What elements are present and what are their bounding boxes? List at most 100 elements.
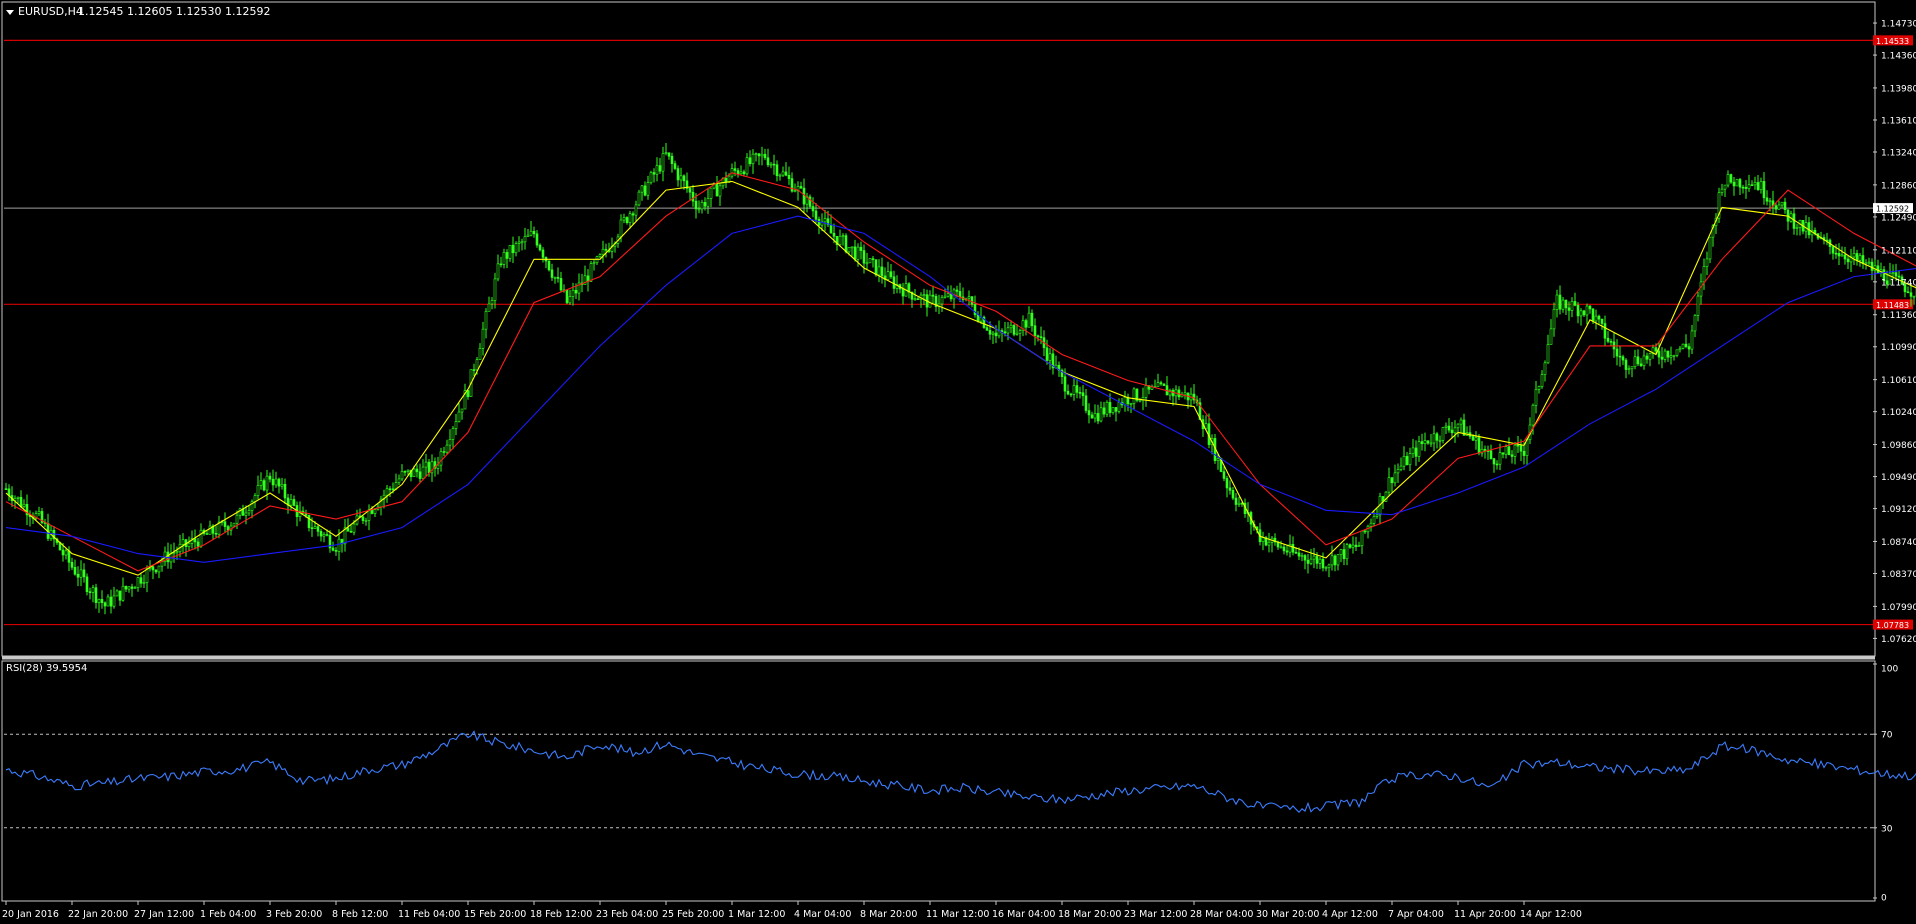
candle-body [1441, 427, 1445, 441]
candle-body [793, 190, 797, 193]
dropdown-triangle-icon[interactable] [6, 10, 14, 15]
candle-body [1291, 544, 1295, 553]
candle-body [877, 266, 881, 276]
candle-body [1030, 312, 1034, 327]
candle-body [1090, 414, 1094, 419]
candle-body [1615, 348, 1619, 357]
candle-body [697, 208, 701, 211]
candle-body [535, 233, 539, 246]
candle-body [868, 258, 872, 264]
candle-body [532, 230, 536, 235]
candle-body [1231, 490, 1235, 499]
candle-body [511, 244, 515, 254]
candle-body [94, 587, 98, 603]
candle-body [568, 296, 572, 304]
candle-body [1351, 544, 1355, 548]
candle-body [733, 168, 737, 171]
candle-body [1558, 294, 1562, 310]
candle-body [1534, 389, 1538, 406]
price-axis-label: 1.09120 [1881, 505, 1916, 515]
level-price-tag-label: 1.11483 [1876, 301, 1909, 310]
candle-body [1285, 550, 1289, 553]
candle-body [1876, 265, 1880, 274]
candle-body [823, 218, 827, 223]
candle-body [1414, 447, 1418, 457]
candle-body [709, 187, 713, 199]
candle-body [121, 585, 125, 601]
candle-body [1267, 541, 1271, 546]
candle-body [1354, 544, 1358, 547]
candle-body [1363, 530, 1367, 533]
candle-body [1513, 444, 1517, 457]
candle-body [1894, 272, 1898, 277]
candle-body [1345, 544, 1349, 560]
candle-body [1591, 308, 1595, 322]
candle-body [1498, 452, 1502, 465]
candle-body [208, 525, 212, 535]
candle-body [517, 241, 521, 244]
candle-body [274, 478, 278, 486]
candle-body [1507, 446, 1511, 456]
candle-body [427, 461, 431, 474]
candle-body [1492, 458, 1496, 465]
candle-body [865, 262, 869, 265]
candle-body [862, 250, 866, 264]
candle-body [853, 246, 857, 260]
candle-body [676, 168, 680, 181]
symbol-timeframe: EURUSD,H4 [18, 5, 83, 18]
candle-body [205, 533, 209, 535]
candle-body [124, 585, 128, 590]
candle-body [1102, 407, 1106, 415]
candle-body [1129, 403, 1133, 405]
candle-body [889, 271, 893, 278]
candle-body [421, 466, 425, 479]
candle-body [310, 527, 314, 529]
candle-body [1033, 325, 1037, 337]
chart-header: EURUSD,H4 1.12545 1.12605 1.12530 1.1259… [6, 5, 270, 18]
candle-body [316, 526, 320, 532]
time-axis-label: 11 Apr 20:00 [1454, 909, 1516, 920]
candle-body [559, 278, 563, 291]
candle-body [256, 485, 260, 496]
candle-body [1720, 188, 1724, 193]
price-axis-label: 1.11740 [1881, 278, 1916, 288]
candle-body [325, 534, 329, 536]
candle-body [811, 206, 815, 212]
candle-body [763, 153, 767, 159]
candle-body [454, 421, 458, 429]
candle-body [1747, 184, 1751, 189]
candle-body [1084, 395, 1088, 411]
candle-body [1471, 436, 1475, 441]
candle-body [484, 311, 488, 330]
price-axis-label: 1.09490 [1881, 473, 1916, 483]
candle-body [472, 369, 476, 371]
candle-body [1795, 227, 1799, 229]
candle-body [913, 298, 917, 301]
candle-body [640, 185, 644, 193]
candle-body [1741, 186, 1745, 189]
candle-body [499, 263, 503, 266]
time-axis-label: 14 Apr 12:00 [1520, 909, 1582, 920]
candle-body [766, 157, 770, 166]
time-axis-label: 28 Mar 04:00 [1190, 909, 1253, 920]
candle-body [1657, 350, 1661, 358]
candle-body [988, 329, 992, 335]
rsi-panel-frame [1, 660, 1876, 902]
time-axis-label: 11 Mar 12:00 [926, 909, 989, 920]
candle-body [1093, 413, 1097, 419]
rsi-axis-label: 100 [1881, 665, 1898, 675]
price-panel-frame [1, 1, 1876, 657]
candle-body [97, 599, 101, 603]
time-axis-label: 8 Feb 12:00 [332, 909, 388, 920]
candle-body [1807, 222, 1811, 236]
candle-body [679, 175, 683, 181]
candle-body [289, 499, 293, 506]
candle-body [352, 523, 356, 533]
candle-body [1567, 307, 1571, 311]
candle-body [262, 480, 266, 491]
candle-body [706, 198, 710, 207]
candle-body [1639, 363, 1643, 367]
candle-body [1765, 197, 1769, 202]
candle-body [1540, 374, 1544, 387]
candle-body [457, 411, 461, 422]
